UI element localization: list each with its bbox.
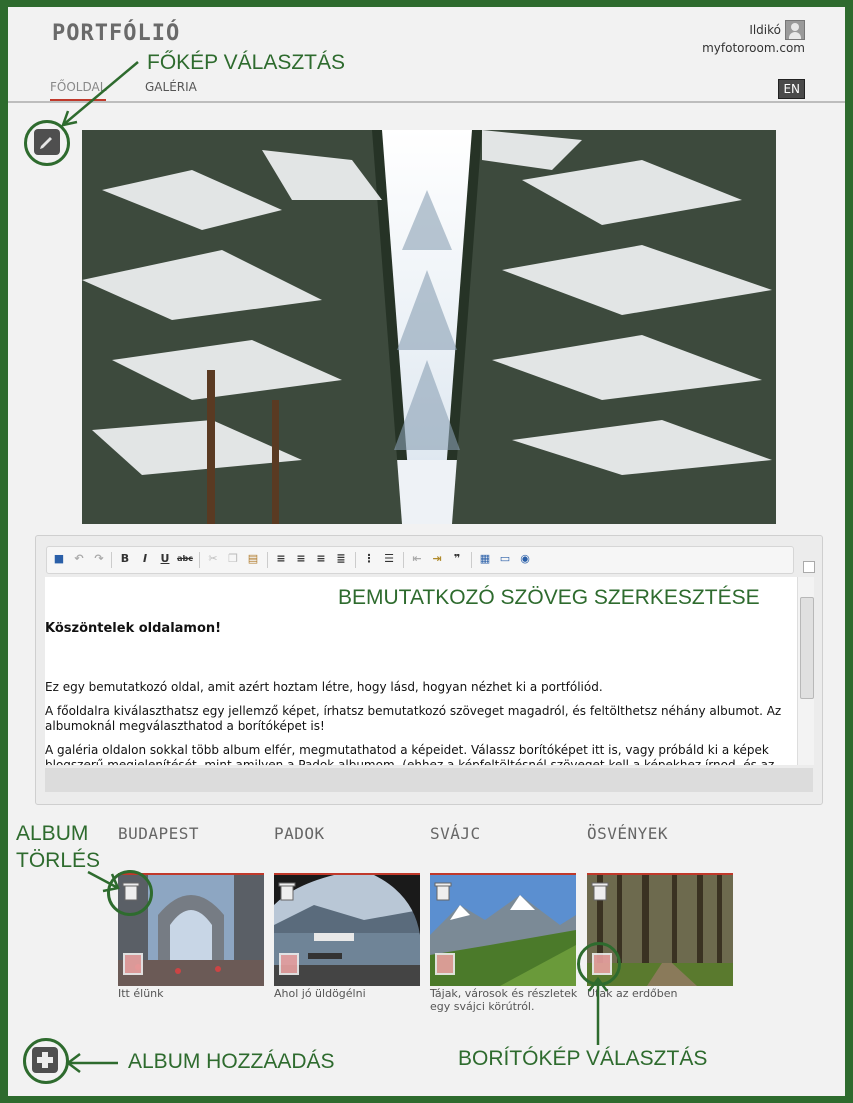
album-description: Utak az erdőben: [587, 987, 678, 1000]
language-switch[interactable]: EN: [778, 79, 805, 99]
trash-icon[interactable]: [434, 881, 452, 901]
table-icon[interactable]: ▦: [477, 551, 493, 567]
album-description: Ahol jó üldögélni: [274, 987, 366, 1000]
highlight-circle-cover: [577, 942, 621, 986]
paste-icon[interactable]: ▤: [245, 551, 261, 567]
italic-icon[interactable]: I: [137, 551, 153, 567]
cut-icon[interactable]: ✂: [205, 551, 221, 567]
intro-text-editor: ■ ↶ ↷ B I U abc ✂ ❐ ▤ ≡ ≡ ≡ ≣ ⋮ ☰ ⇤ ⇥ ❞ …: [35, 535, 823, 805]
redo-icon[interactable]: ↷: [91, 551, 107, 567]
album-title[interactable]: PADOK: [274, 824, 422, 854]
editor-statusbar: [45, 768, 813, 792]
editor-paragraph-1: Ez egy bemutatkozó oldal, amit azért hoz…: [45, 680, 603, 694]
editor-toolbar: ■ ↶ ↷ B I U abc ✂ ❐ ▤ ≡ ≡ ≡ ≣ ⋮ ☰ ⇤ ⇥ ❞ …: [46, 546, 794, 574]
album-padok: PADOK Ahol jó üldögélni: [274, 824, 422, 1000]
scrollbar-thumb[interactable]: [800, 597, 814, 699]
toolbar-separator: [471, 552, 472, 568]
bold-icon[interactable]: B: [117, 551, 133, 567]
strikethrough-icon[interactable]: abc: [177, 551, 193, 567]
toolbar-separator: [199, 552, 200, 568]
horizontal-rule-icon[interactable]: ▭: [497, 551, 513, 567]
underline-icon[interactable]: U: [157, 551, 173, 567]
cover-select-button[interactable]: [123, 953, 143, 975]
logo[interactable]: PORTFÓLIÓ: [52, 21, 180, 46]
annotation-album-add: ALBUM HOZZÁADÁS: [128, 1050, 335, 1073]
special-char-icon[interactable]: ◉: [517, 551, 533, 567]
forest-photo: [82, 130, 776, 524]
toolbar-separator: [403, 552, 404, 568]
highlight-circle-edit: [24, 120, 70, 166]
numbered-list-icon[interactable]: ⋮: [361, 551, 377, 567]
editor-paragraph-2: A főoldalra kiválaszthatsz egy jellemző …: [45, 704, 782, 733]
user-icon[interactable]: [785, 20, 805, 40]
bullet-list-icon[interactable]: ☰: [381, 551, 397, 567]
copy-icon[interactable]: ❐: [225, 551, 241, 567]
align-right-icon[interactable]: ≡: [313, 551, 329, 567]
highlight-circle-delete: [107, 870, 153, 916]
blockquote-icon[interactable]: ❞: [449, 551, 465, 567]
album-cover[interactable]: [430, 873, 576, 986]
editor-paragraph-3: A galéria oldalon sokkal több album elfé…: [45, 743, 775, 765]
album-osvenyek: ÖSVÉNYEK Utak az erdőben: [587, 824, 735, 1000]
nav-item-fooldal[interactable]: FŐOLDAL: [50, 80, 107, 101]
editor-scrollbar[interactable]: [797, 577, 814, 765]
album-title[interactable]: ÖSVÉNYEK: [587, 824, 735, 854]
annotation-album-delete-1: ALBUM: [16, 822, 89, 845]
album-title[interactable]: SVÁJC: [430, 824, 578, 854]
site-domain: myfotoroom.com: [702, 41, 805, 55]
undo-icon[interactable]: ↶: [71, 551, 87, 567]
header: PORTFÓLIÓ Ildikó myfotoroom.com FŐOLDAL …: [8, 7, 845, 103]
align-left-icon[interactable]: ≡: [273, 551, 289, 567]
annotation-cover-select: BORÍTÓKÉP VÁLASZTÁS: [458, 1047, 708, 1070]
outdent-icon[interactable]: ⇤: [409, 551, 425, 567]
align-justify-icon[interactable]: ≣: [333, 551, 349, 567]
annotation-intro-text: BEMUTATKOZÓ SZÖVEG SZERKESZTÉSE: [338, 586, 760, 609]
trash-icon[interactable]: [591, 881, 609, 901]
page-frame: PORTFÓLIÓ Ildikó myfotoroom.com FŐOLDAL …: [8, 7, 845, 1096]
cover-select-button[interactable]: [435, 953, 455, 975]
toolbar-separator: [267, 552, 268, 568]
album-description: Itt élünk: [118, 987, 164, 1000]
annotation-album-delete-2: TÖRLÉS: [16, 849, 101, 872]
main-nav: FŐOLDAL GALÉRIA EN: [8, 77, 845, 103]
nav-item-galeria[interactable]: GALÉRIA: [145, 80, 197, 99]
editor-heading: Köszöntelek oldalamon!: [45, 621, 222, 636]
main-image: [82, 130, 776, 524]
album-budapest: BUDAPEST Itt élünk: [118, 824, 266, 1000]
toolbar-collapse-button[interactable]: [803, 561, 815, 573]
indent-icon[interactable]: ⇥: [429, 551, 445, 567]
annotation-main-image: FŐKÉP VÁLASZTÁS: [147, 51, 346, 74]
album-title[interactable]: BUDAPEST: [118, 824, 266, 854]
toolbar-separator: [111, 552, 112, 568]
user-box: Ildikó myfotoroom.com: [702, 20, 805, 56]
album-description: Tájak, városok és részletek egy svájci k…: [430, 987, 578, 1013]
cover-select-button[interactable]: [279, 953, 299, 975]
user-name[interactable]: Ildikó: [749, 22, 781, 38]
album-cover[interactable]: [274, 873, 420, 986]
toolbar-separator: [355, 552, 356, 568]
save-icon[interactable]: ■: [51, 551, 67, 567]
align-center-icon[interactable]: ≡: [293, 551, 309, 567]
album-svajc: SVÁJC Tájak, városok és részletek egy sv…: [430, 824, 578, 1013]
highlight-circle-add: [23, 1038, 69, 1084]
trash-icon[interactable]: [278, 881, 296, 901]
